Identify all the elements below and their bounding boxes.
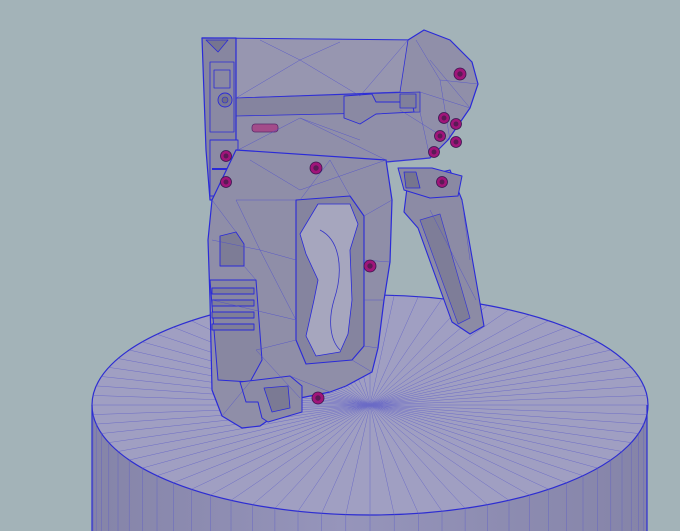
screw-socket [437,133,443,139]
screw-socket [453,121,459,127]
3d-viewport[interactable] [0,0,680,531]
screw-socket [223,179,229,185]
screw-socket [431,149,437,155]
rear-sight-ring-inner [221,96,229,104]
scene-render[interactable] [0,0,680,531]
screw-socket [367,263,373,269]
front-rail-block [399,93,417,109]
screw-socket [313,165,319,171]
screw-socket [441,115,447,121]
side-pin [251,123,279,133]
screw-socket [223,153,229,159]
screw-socket [453,139,459,145]
screw-socket [439,179,445,185]
screw-socket [315,395,321,401]
screw-socket [457,71,463,77]
butt-plate[interactable] [209,279,263,383]
